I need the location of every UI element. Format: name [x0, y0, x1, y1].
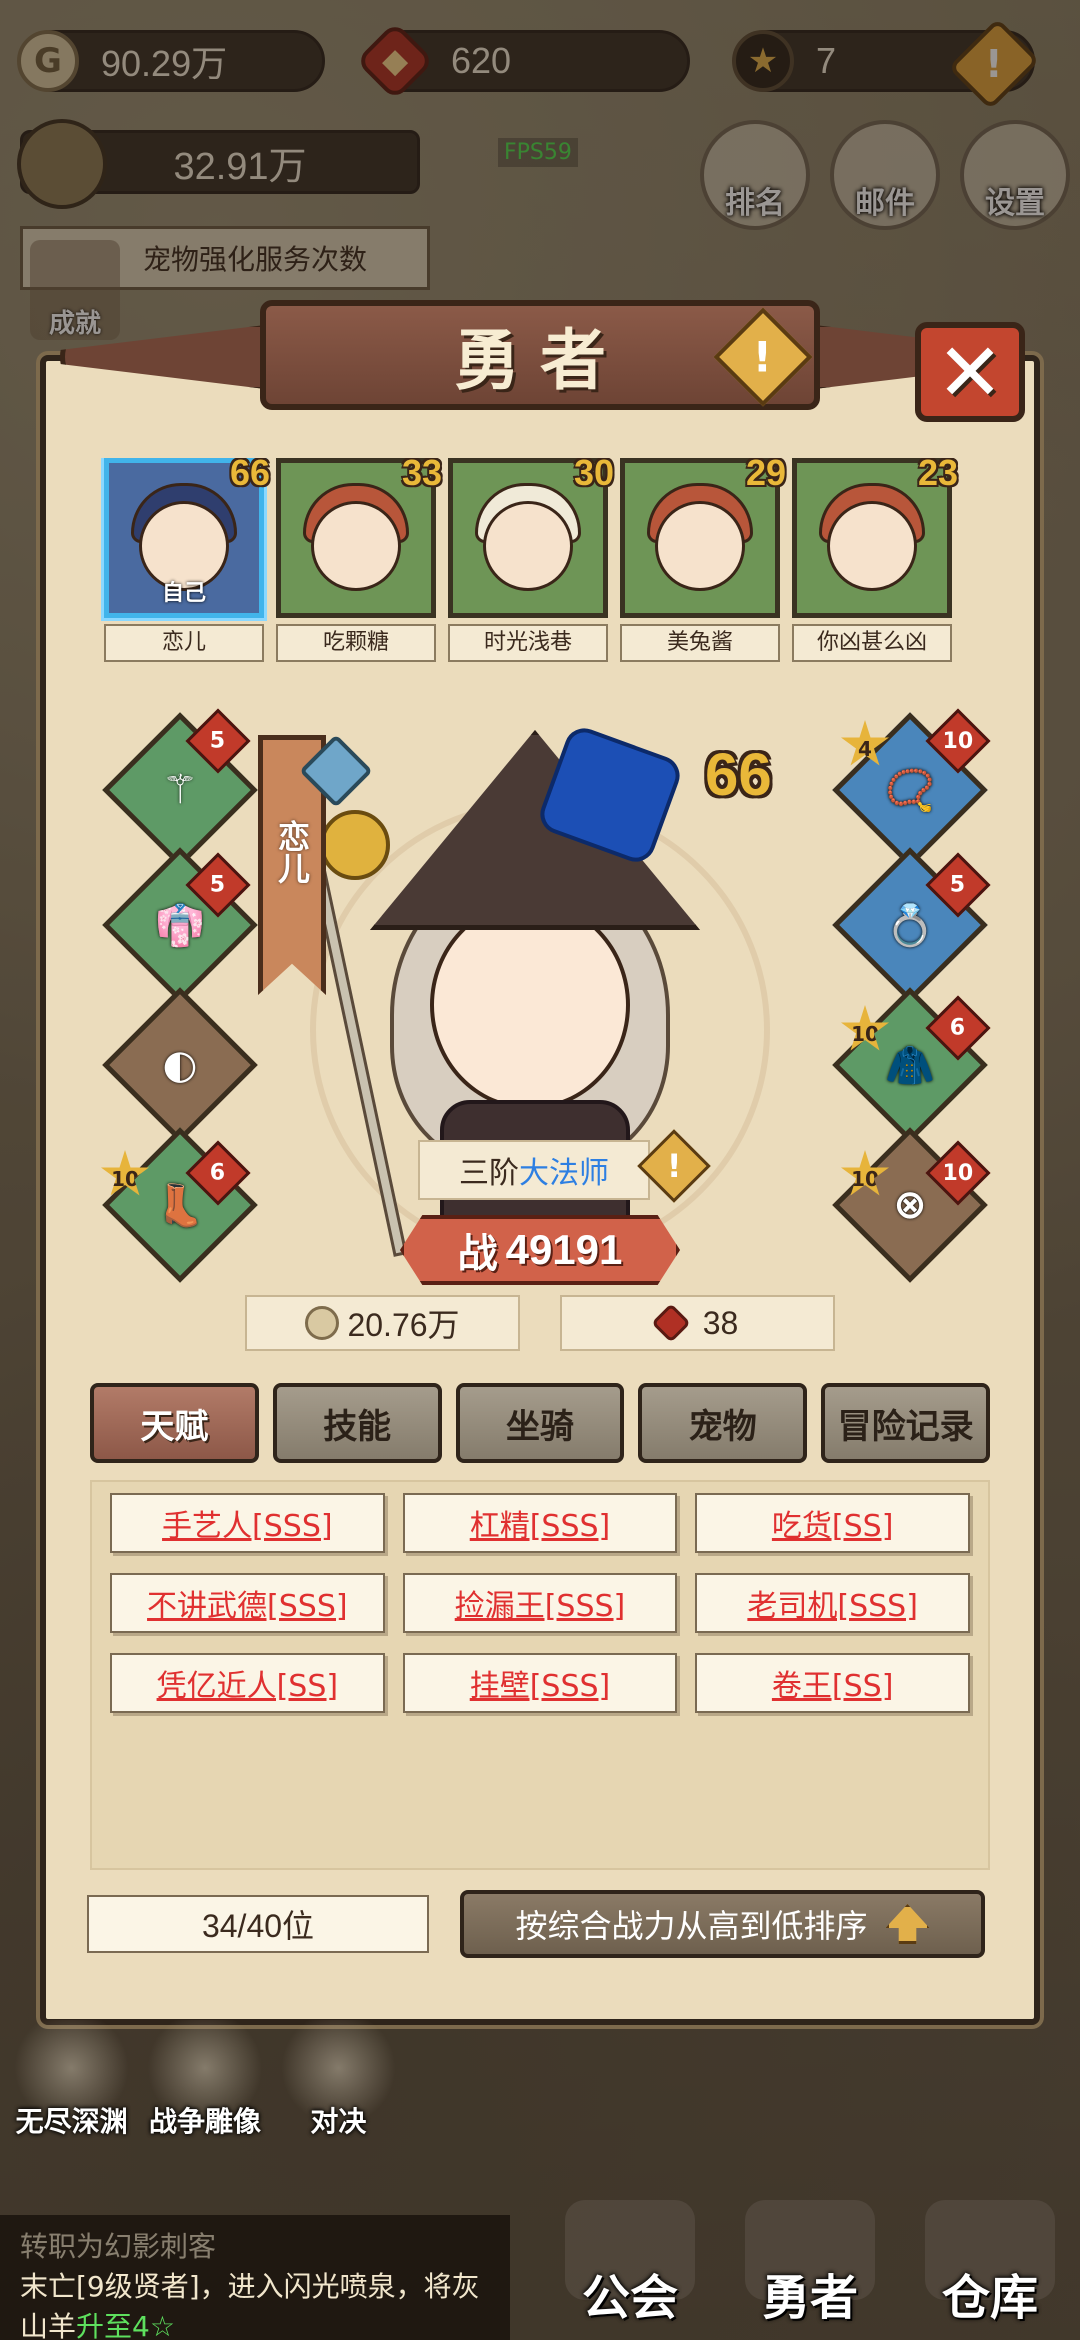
bottom-nav: 公会 勇者 仓库	[540, 2190, 1080, 2340]
tab-adventure-log[interactable]: 冒险记录	[821, 1383, 990, 1463]
close-button[interactable]: ✕	[915, 322, 1025, 422]
talent-link[interactable]: 不讲武德[SSS]	[110, 1573, 385, 1633]
hero-slot-count: 34/40位	[87, 1895, 429, 1953]
hero-name: 吃颗糖	[276, 624, 436, 662]
self-tag: 自己	[161, 581, 206, 606]
hero-name: 你凶甚么凶	[792, 624, 952, 662]
hero-name: 恋儿	[104, 624, 264, 662]
class-name: 大法师	[519, 1156, 609, 1191]
bottom-feature-icons: 无尽深渊 战争雕像 对决	[0, 2020, 400, 2140]
talent-link[interactable]: 挂壁[SSS]	[402, 1653, 678, 1713]
arrow-up-icon	[885, 1904, 930, 1944]
combat-label: 战	[457, 1232, 498, 1276]
talent-link[interactable]: 吃货[SS]	[695, 1493, 970, 1553]
hero-gold-stat: 20.76万	[245, 1295, 520, 1351]
hero-tabs: 天赋 技能 坐骑 宠物 冒险记录	[90, 1383, 990, 1463]
hero-level: 30	[573, 458, 614, 493]
talent-link[interactable]: 手艺人[SSS]	[110, 1493, 385, 1553]
gold-coin-icon	[305, 1306, 340, 1340]
gem-icon	[650, 1303, 691, 1343]
hood-icon: ◐	[162, 1042, 198, 1088]
tab-skill[interactable]: 技能	[272, 1383, 442, 1463]
talent-link[interactable]: 凭亿近人[SS]	[110, 1653, 385, 1713]
duel-button[interactable]: 对决	[276, 2020, 400, 2140]
ring-icon: 💍	[885, 902, 935, 949]
hero-level: 33	[401, 458, 442, 493]
chat-feed[interactable]: 转职为幻影刺客 末亡[9级贤者]，进入闪光喷泉，将灰 山羊升至4☆	[0, 2215, 510, 2340]
necklace-icon: 📿	[885, 767, 935, 814]
hero-card[interactable]: 30 时光浅巷	[448, 458, 614, 668]
talent-link[interactable]: 老司机[SSS]	[695, 1573, 970, 1633]
nav-hero[interactable]: 勇者	[720, 2190, 900, 2340]
hero-level: 23	[917, 458, 958, 493]
hero-level-large: 66	[705, 741, 772, 808]
hero-gem-stat: 38	[560, 1295, 835, 1351]
hero-level: 29	[745, 458, 786, 493]
hero-card[interactable]: 29 美兔酱	[620, 458, 786, 668]
chat-line: 山羊升至4☆	[20, 2310, 175, 2340]
sort-button[interactable]: 按综合战力从高到低排序	[460, 1890, 985, 1958]
endless-abyss-button[interactable]: 无尽深渊	[10, 2020, 134, 2140]
talent-link[interactable]: 捡漏王[SSS]	[402, 1573, 678, 1633]
combat-power-banner: 战 49191	[400, 1215, 680, 1285]
staff-icon: ⚚	[162, 767, 198, 813]
chat-line: 末亡[9级贤者]，进入闪光喷泉，将灰	[20, 2270, 480, 2303]
tab-mount[interactable]: 坐骑	[455, 1383, 625, 1463]
sort-label: 按综合战力从高到低排序	[515, 1907, 868, 1945]
hero-class-label: 三阶 大法师	[418, 1140, 650, 1200]
hero-level: 66	[229, 458, 270, 493]
hero-card[interactable]: 33 吃颗糖	[276, 458, 442, 668]
nav-guild[interactable]: 公会	[540, 2190, 720, 2340]
war-statue-button[interactable]: 战争雕像	[143, 2020, 267, 2140]
hero-list: 自己 66 恋儿 33 吃颗糖 30 时光浅巷 29 美兔酱 23 你凶甚么凶	[100, 458, 990, 668]
belt-icon: ⊗	[893, 1182, 927, 1228]
chat-line: 转职为幻影刺客	[20, 2230, 217, 2263]
hero-card[interactable]: 自己 66 恋儿	[104, 458, 270, 668]
nav-warehouse[interactable]: 仓库	[900, 2190, 1080, 2340]
combat-power-value: 49191	[505, 1226, 623, 1273]
tab-pet[interactable]: 宠物	[638, 1383, 808, 1463]
tab-talent[interactable]: 天赋	[90, 1383, 259, 1463]
hero-card[interactable]: 23 你凶甚么凶	[792, 458, 958, 668]
cape-icon: 🧥	[885, 1042, 935, 1089]
talent-link[interactable]: 杠精[SSS]	[402, 1493, 678, 1553]
talent-list: 手艺人[SSS] 杠精[SSS] 吃货[SS] 不讲武德[SSS] 捡漏王[SS…	[110, 1493, 970, 1713]
robe-icon: 👘	[155, 902, 205, 949]
talent-link[interactable]: 卷王[SS]	[695, 1653, 970, 1713]
hero-name: 时光浅巷	[448, 624, 608, 662]
panel-title: 勇者	[454, 321, 626, 399]
hero-name: 美兔酱	[620, 624, 780, 662]
